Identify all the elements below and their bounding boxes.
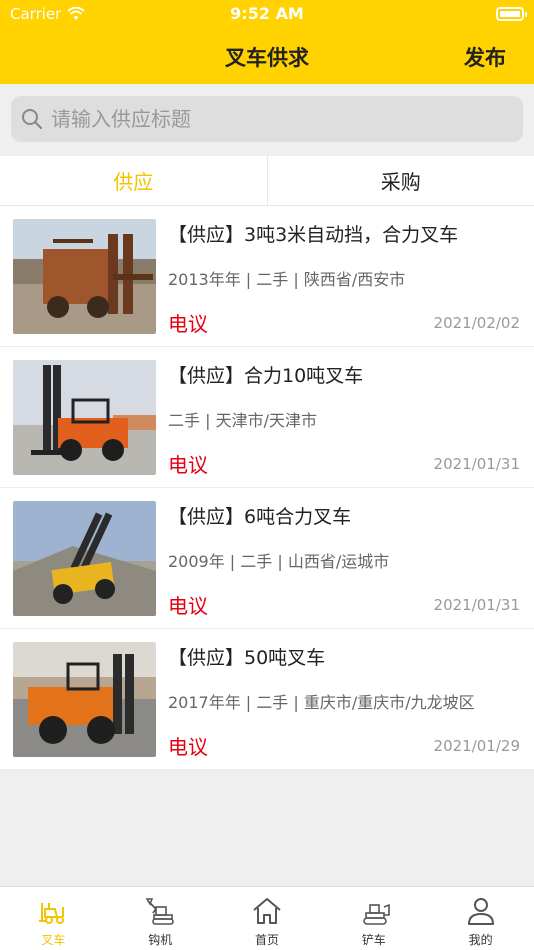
listing-price: 电议 <box>168 312 208 336</box>
search-input[interactable] <box>51 107 491 131</box>
listing-photo <box>13 219 156 334</box>
page-title: 叉车供求 <box>225 46 309 70</box>
tabbar-item-excavator[interactable]: 钩机 <box>107 887 214 950</box>
listing-price: 电议 <box>168 453 208 477</box>
tabbar-label: 铲车 <box>361 933 386 947</box>
listing-date: 2021/01/29 <box>433 737 520 755</box>
tabbar-item-home[interactable]: 首页 <box>214 887 321 950</box>
listing-date: 2021/01/31 <box>433 455 520 473</box>
list-item[interactable]: 【供应】50吨叉车 2017年年 | 二手 | 重庆市/重庆市/九龙坡区 电议 … <box>0 629 534 770</box>
tabbar-item-loader[interactable]: 铲车 <box>320 887 427 950</box>
listing-photo <box>13 642 156 757</box>
publish-button[interactable]: 发布 <box>464 42 506 72</box>
listing-price: 电议 <box>168 735 208 759</box>
tabbar-label: 叉车 <box>41 933 66 947</box>
loader-icon <box>362 903 390 925</box>
listing-list: 【供应】3吨3米自动挡，合力叉车 2013年年 | 二手 | 陕西省/西安市 电… <box>0 206 534 770</box>
home-icon <box>253 898 281 924</box>
tab-supply[interactable]: 供应 <box>0 156 267 205</box>
search-bar <box>0 84 534 156</box>
list-item[interactable]: 【供应】合力10吨叉车 二手 | 天津市/天津市 电议 2021/01/31 <box>0 347 534 488</box>
tabbar-label: 首页 <box>254 933 279 947</box>
navbar: 叉车供求 发布 <box>0 30 534 80</box>
listing-date: 2021/02/02 <box>433 314 520 332</box>
status-bar: Carrier 9:52 AM <box>0 0 534 28</box>
search-box[interactable] <box>11 96 523 142</box>
user-icon <box>467 898 494 925</box>
battery-icon <box>496 7 527 21</box>
segment-tabs: 供应 采购 <box>0 156 534 206</box>
listing-title: 【供应】合力10吨叉车 <box>168 365 364 387</box>
listing-title: 【供应】50吨叉车 <box>168 647 326 669</box>
excavator-icon <box>145 898 174 925</box>
bottom-tabbar: 叉车 钩机 首页 铲车 我的 <box>0 886 534 950</box>
listing-title: 【供应】6吨合力叉车 <box>168 506 352 528</box>
tabbar-label: 我的 <box>468 933 493 947</box>
list-item[interactable]: 【供应】3吨3米自动挡，合力叉车 2013年年 | 二手 | 陕西省/西安市 电… <box>0 206 534 347</box>
forklift-icon <box>39 903 65 924</box>
list-item[interactable]: 【供应】6吨合力叉车 2009年 | 二手 | 山西省/运城市 电议 2021/… <box>0 488 534 629</box>
listing-photo <box>13 360 156 475</box>
listing-title: 【供应】3吨3米自动挡，合力叉车 <box>168 224 459 246</box>
listing-meta: 二手 | 天津市/天津市 <box>168 411 317 430</box>
header: Carrier 9:52 AM 叉车供求 发布 <box>0 0 534 84</box>
listing-date: 2021/01/31 <box>433 596 520 614</box>
status-time: 9:52 AM <box>230 4 304 23</box>
listing-meta: 2013年年 | 二手 | 陕西省/西安市 <box>168 270 406 289</box>
listing-price: 电议 <box>168 594 208 618</box>
tabbar-item-profile[interactable]: 我的 <box>427 887 534 950</box>
search-icon <box>22 109 43 130</box>
tab-purchase[interactable]: 采购 <box>268 156 534 205</box>
tabbar-item-forklift[interactable]: 叉车 <box>0 887 107 950</box>
tabbar-label: 钩机 <box>148 933 173 947</box>
listing-photo <box>13 501 156 616</box>
listing-meta: 2017年年 | 二手 | 重庆市/重庆市/九龙坡区 <box>168 693 475 712</box>
listing-meta: 2009年 | 二手 | 山西省/运城市 <box>168 552 390 571</box>
